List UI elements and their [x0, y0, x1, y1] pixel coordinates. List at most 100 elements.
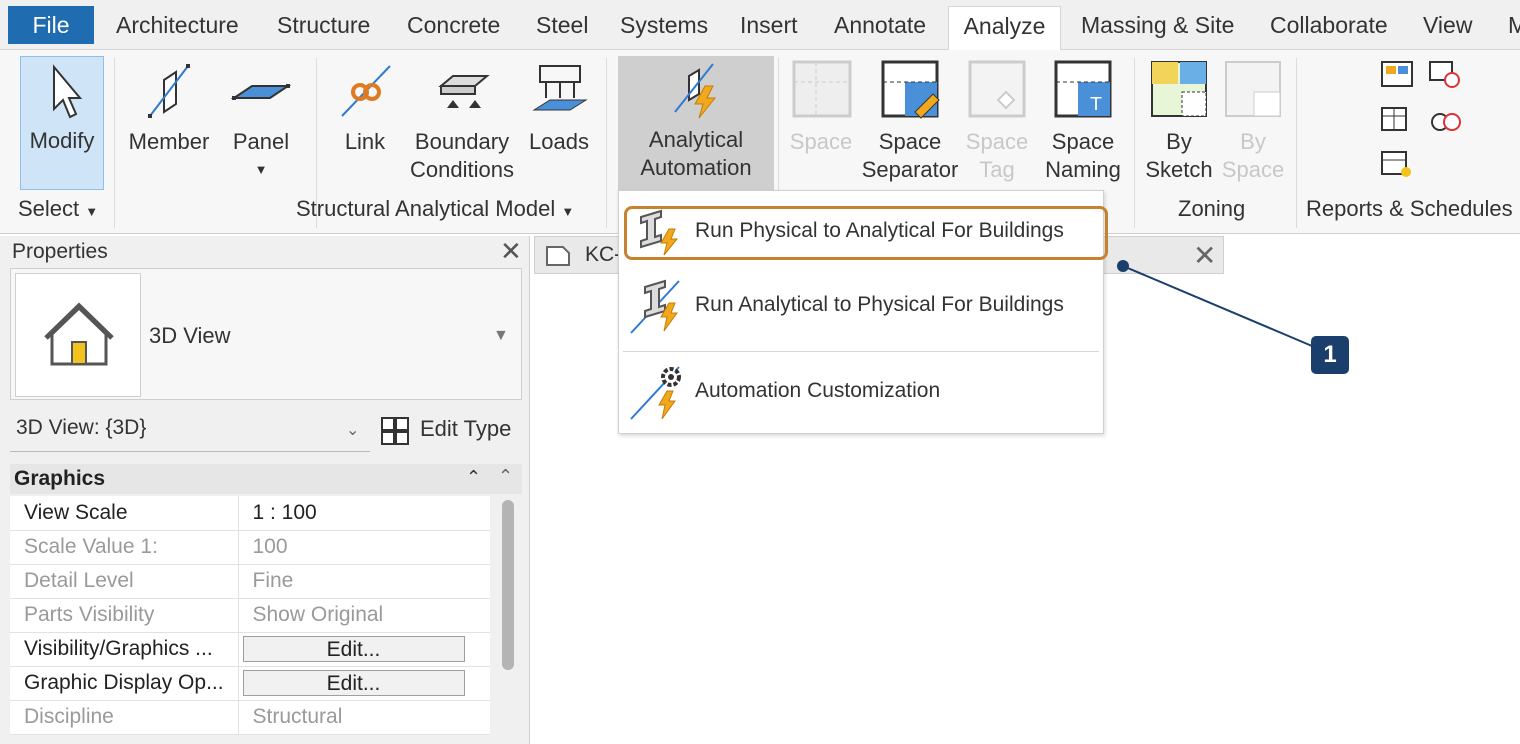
table-row[interactable]: View Scale 1 : 100	[10, 496, 490, 531]
property-value[interactable]: 1 : 100	[238, 496, 490, 531]
chevron-down-icon[interactable]: ▼	[493, 327, 509, 345]
table-row[interactable]: Parts Visibility Show Original	[10, 598, 490, 633]
type-selector[interactable]: 3D View ▼	[10, 268, 522, 400]
link-button[interactable]: Link	[330, 58, 400, 156]
tab-massing-site[interactable]: Massing & Site	[1081, 6, 1234, 44]
schedule-create-icon[interactable]	[1380, 150, 1416, 180]
menu-item-automation-customization[interactable]: Automation Customization	[623, 363, 1099, 423]
tab-systems[interactable]: Systems	[620, 6, 708, 44]
property-name: Detail Level	[10, 564, 239, 599]
analytical-automation-button[interactable]: Analytical Automation	[618, 56, 774, 190]
collapse-icon[interactable]: ⌃	[466, 467, 481, 488]
panel-schedules-icon[interactable]	[1428, 60, 1464, 90]
tab-analyze[interactable]: Analyze	[948, 6, 1061, 51]
edit-type-icon[interactable]	[380, 416, 412, 448]
scroll-up-icon[interactable]: ⌃	[498, 466, 513, 487]
analytical-member-icon	[148, 64, 190, 118]
ribbon-tab-bar: File Architecture Structure Concrete Ste…	[0, 0, 1520, 51]
beam-lightning-icon	[630, 279, 680, 334]
chevron-down-icon: ▼	[254, 162, 268, 177]
loads-icon	[532, 65, 588, 111]
properties-scrollbar[interactable]	[496, 496, 520, 744]
table-row[interactable]: Graphic Display Op... Edit...	[10, 666, 490, 701]
gear-lightning-icon	[630, 366, 681, 420]
ribbon-separator	[606, 58, 607, 228]
boundary-conditions-button[interactable]: Boundary Conditions	[406, 58, 518, 184]
tab-collaborate[interactable]: Collaborate	[1270, 6, 1388, 44]
tab-structure[interactable]: Structure	[277, 6, 370, 44]
space-button[interactable]: Space	[786, 58, 856, 156]
instance-filter-select[interactable]: 3D View: {3D}	[16, 416, 146, 440]
link-icon	[341, 65, 391, 117]
by-sketch-label-1: By	[1166, 129, 1192, 154]
space-naming-label-1: Space	[1051, 129, 1115, 154]
divider	[10, 451, 370, 452]
zoning-panel-label: Zoning	[1178, 196, 1246, 221]
edit-type-button[interactable]: Edit Type	[420, 416, 511, 442]
tab-steel[interactable]: Steel	[536, 6, 588, 44]
property-name: Parts Visibility	[10, 598, 239, 633]
zone-by-sketch-icon	[1151, 61, 1207, 117]
property-name: Discipline	[10, 700, 239, 735]
boundary-conditions-icon	[438, 75, 490, 108]
tab-annotate[interactable]: Annotate	[834, 6, 926, 44]
graphics-section-header[interactable]: Graphics ⌃ ⌃	[10, 464, 522, 494]
space-separator-button[interactable]: Space Separator	[860, 58, 960, 184]
tab-architecture[interactable]: Architecture	[116, 6, 239, 44]
tab-more[interactable]: M	[1508, 6, 1520, 44]
space-tag-label-1: Space	[965, 129, 1029, 154]
cursor-arrow-icon	[53, 64, 83, 119]
menu-item-run-analytical-to-physical[interactable]: Run Analytical to Physical For Buildings	[623, 277, 1099, 337]
zone-by-sketch-button[interactable]: By Sketch	[1142, 58, 1216, 184]
space-tag-button[interactable]: Space Tag	[962, 58, 1032, 184]
by-space-label-2: Space	[1221, 157, 1285, 182]
view-document-icon	[546, 246, 570, 266]
menu-item-label: Run Analytical to Physical For Buildings	[695, 293, 1064, 316]
graphic-display-edit-button[interactable]: Edit...	[242, 670, 465, 696]
structural-analytical-model-panel-label[interactable]: Structural Analytical Model ▼	[296, 196, 574, 222]
property-value[interactable]: Fine	[238, 564, 490, 599]
properties-grid: View Scale 1 : 100 Scale Value 1: 100 Deta…	[10, 496, 490, 735]
house-icon	[44, 302, 114, 366]
tab-concrete[interactable]: Concrete	[407, 6, 500, 44]
duct-pipe-loss-report-icon[interactable]	[1428, 106, 1464, 136]
analytical-automation-icon	[674, 63, 717, 119]
boundary-label-1: Boundary	[414, 129, 510, 154]
scrollbar-thumb[interactable]	[502, 500, 514, 670]
automation-label-1: Analytical	[648, 127, 744, 152]
heating-cooling-loads-icon[interactable]	[1380, 60, 1416, 90]
property-value[interactable]: Show Original	[238, 598, 490, 633]
reports-schedules-panel-label: Reports & Schedules	[1306, 196, 1513, 221]
callout-leader-line	[1117, 260, 1313, 347]
tab-file[interactable]: File	[8, 6, 94, 44]
property-value[interactable]: Structural	[238, 700, 490, 735]
table-row[interactable]: Detail Level Fine	[10, 564, 490, 599]
space-naming-icon: T	[1054, 60, 1112, 118]
chevron-down-icon[interactable]: ⌄	[346, 420, 359, 440]
space-naming-button[interactable]: T Space Naming	[1040, 58, 1126, 184]
tab-view[interactable]: View	[1423, 6, 1472, 44]
schedule-icon[interactable]	[1380, 106, 1416, 136]
close-icon[interactable]: ✕	[500, 236, 522, 267]
ribbon-separator	[114, 58, 115, 228]
member-button[interactable]: Member	[124, 58, 214, 156]
visibility-graphics-edit-button[interactable]: Edit...	[242, 636, 465, 662]
table-row[interactable]: Visibility/Graphics ... Edit...	[10, 632, 490, 667]
loads-button[interactable]: Loads	[524, 58, 594, 156]
callout-badge: 1	[1311, 336, 1349, 374]
select-panel-label[interactable]: Select ▼	[18, 196, 98, 222]
tab-insert[interactable]: Insert	[740, 6, 798, 44]
chevron-down-icon: ▼	[85, 204, 99, 219]
panel-button[interactable]: Panel ▼	[226, 58, 296, 184]
menu-item-label: Automation Customization	[695, 379, 941, 402]
ribbon-separator	[1296, 58, 1297, 228]
space-tag-label-2: Tag	[979, 157, 1015, 182]
properties-palette: Properties ✕ 3D View ▼ 3D View: {3D} ⌄ E…	[0, 236, 530, 744]
highlight-box	[624, 206, 1108, 260]
modify-button[interactable]: Modify	[20, 56, 104, 190]
zone-by-space-button[interactable]: By Space	[1218, 58, 1288, 184]
by-sketch-label-2: Sketch	[1145, 157, 1213, 182]
select-panel-text: Select	[18, 196, 80, 221]
table-row[interactable]: Scale Value 1: 100	[10, 530, 490, 565]
table-row[interactable]: Discipline Structural	[10, 700, 490, 735]
